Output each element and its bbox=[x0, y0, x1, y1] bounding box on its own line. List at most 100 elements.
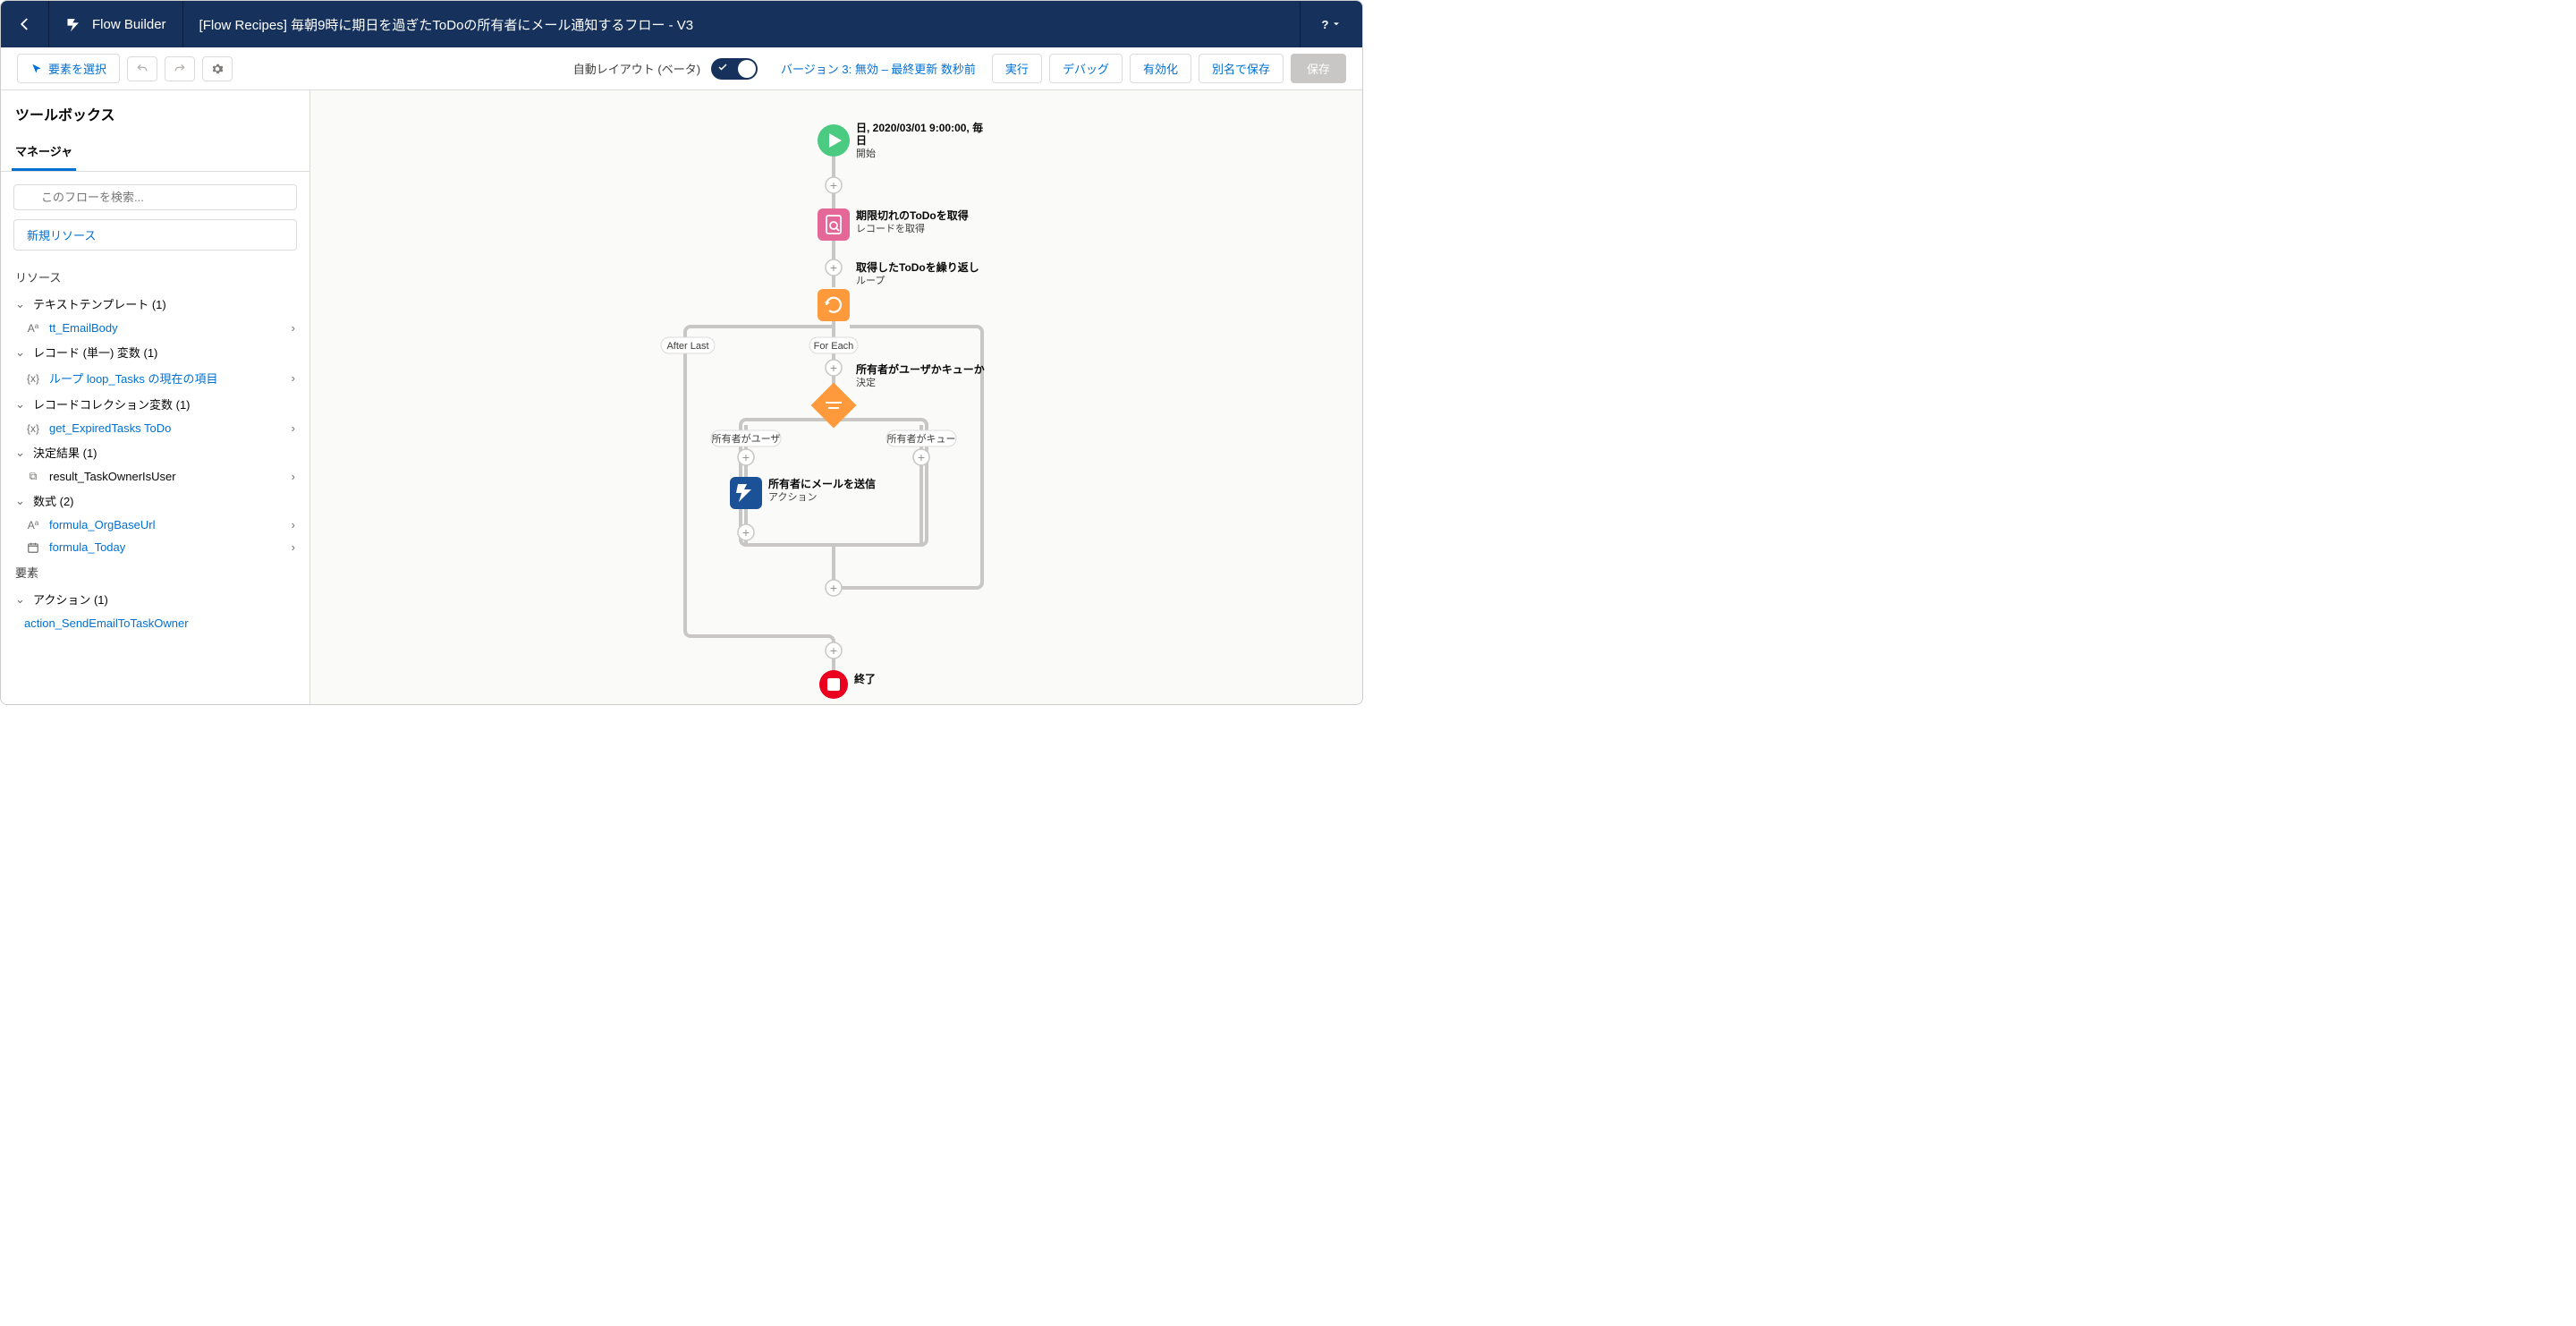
check-icon bbox=[717, 62, 728, 75]
back-button[interactable] bbox=[1, 1, 49, 47]
record-icon: {x} bbox=[24, 372, 42, 385]
run-button[interactable]: 実行 bbox=[992, 54, 1042, 83]
svg-text:所有者がキュー: 所有者がキュー bbox=[887, 432, 956, 445]
group-formula[interactable]: ⌄ 数式 (2) bbox=[1, 488, 309, 514]
start-label-2: 日 bbox=[856, 134, 867, 147]
activate-button[interactable]: 有効化 bbox=[1130, 54, 1191, 83]
start-label-1: 日, 2020/03/01 9:00:00, 毎 bbox=[856, 121, 983, 134]
add-node-button[interactable]: + bbox=[913, 449, 929, 465]
get-title: 期限切れのToDoを取得 bbox=[856, 208, 969, 222]
start-sub: 開始 bbox=[856, 147, 876, 159]
undo-icon bbox=[136, 63, 148, 75]
add-node-button[interactable]: + bbox=[826, 580, 842, 596]
loop-sub: ループ bbox=[856, 275, 885, 286]
chevron-right-icon: › bbox=[292, 321, 295, 335]
loop-for-each-label: For Each bbox=[809, 337, 858, 353]
dec-sub: 決定 bbox=[856, 376, 876, 388]
redo-button[interactable] bbox=[165, 56, 195, 81]
svg-text:+: + bbox=[830, 643, 837, 658]
add-node-button[interactable]: + bbox=[826, 177, 842, 193]
chevron-down-icon: ⌄ bbox=[15, 397, 26, 412]
dec-title: 所有者がユーザかキューか bbox=[856, 362, 985, 376]
item-get-expired[interactable]: {x} get_ExpiredTasks ToDo › bbox=[1, 417, 309, 439]
decision-left-label: 所有者がユーザ bbox=[711, 430, 781, 446]
toolbox-title: ツールボックス bbox=[1, 90, 309, 133]
chevron-right-icon: › bbox=[292, 470, 295, 483]
group-text-template[interactable]: ⌄ テキストテンプレート (1) bbox=[1, 291, 309, 317]
toolbox-tabs: マネージャ bbox=[1, 133, 309, 172]
link-icon: ⧉ bbox=[24, 470, 42, 483]
chevron-down-icon: ⌄ bbox=[15, 592, 26, 607]
new-resource-button[interactable]: 新規リソース bbox=[13, 219, 297, 251]
version-label[interactable]: バージョン 3: 無効 – 最終更新 数秒前 bbox=[781, 60, 976, 77]
add-node-button[interactable]: + bbox=[826, 642, 842, 659]
end-label: 終了 bbox=[854, 672, 876, 685]
save-button[interactable]: 保存 bbox=[1291, 54, 1346, 83]
chevron-down-icon bbox=[1332, 20, 1341, 29]
section-resources: リソース bbox=[1, 263, 309, 291]
item-formula-baseurl[interactable]: Aa formula_OrgBaseUrl › bbox=[1, 514, 309, 536]
add-node-button[interactable]: + bbox=[738, 524, 754, 540]
tab-manager[interactable]: マネージャ bbox=[12, 133, 76, 171]
settings-button[interactable] bbox=[202, 56, 233, 81]
item-formula-today[interactable]: formula_Today › bbox=[1, 536, 309, 558]
debug-button[interactable]: デバッグ bbox=[1049, 54, 1123, 83]
help-button[interactable]: ? bbox=[1300, 1, 1362, 47]
section-elements: 要素 bbox=[1, 558, 309, 586]
item-loop-current[interactable]: {x} ループ loop_Tasks の現在の項目 › bbox=[1, 365, 309, 391]
app-header: Flow Builder [Flow Recipes] 毎朝9時に期日を過ぎたT… bbox=[1, 1, 1362, 47]
svg-text:For Each: For Each bbox=[814, 341, 854, 352]
select-element-label: 要素を選択 bbox=[48, 60, 106, 77]
loop-title: 取得したToDoを繰り返し bbox=[856, 260, 979, 274]
app-name: Flow Builder bbox=[92, 17, 166, 32]
action-title: 所有者にメールを送信 bbox=[768, 477, 876, 490]
select-element-button[interactable]: 要素を選択 bbox=[17, 54, 120, 83]
add-node-button[interactable]: + bbox=[738, 449, 754, 465]
svg-text:+: + bbox=[830, 361, 837, 375]
chevron-down-icon: ⌄ bbox=[15, 345, 26, 360]
group-decision-result[interactable]: ⌄ 決定結果 (1) bbox=[1, 439, 309, 465]
svg-text:+: + bbox=[830, 178, 837, 192]
help-icon: ? bbox=[1322, 18, 1329, 31]
record-icon: {x} bbox=[24, 422, 42, 435]
chevron-right-icon: › bbox=[292, 518, 295, 531]
start-node[interactable] bbox=[818, 124, 850, 157]
toolbar: 要素を選択 自動レイアウト (ベータ) バージョン 3: 無効 – 最終更新 数… bbox=[1, 47, 1362, 90]
flow-builder-icon bbox=[65, 15, 83, 33]
action-node[interactable] bbox=[730, 477, 762, 509]
svg-text:+: + bbox=[830, 581, 837, 595]
svg-text:所有者がユーザ: 所有者がユーザ bbox=[712, 432, 781, 445]
chevron-right-icon: › bbox=[292, 540, 295, 554]
redo-icon bbox=[174, 63, 186, 75]
save-as-button[interactable]: 別名で保存 bbox=[1199, 54, 1284, 83]
decision-right-label: 所有者がキュー bbox=[886, 430, 956, 446]
text-icon: Aa bbox=[24, 519, 42, 531]
auto-layout-label: 自動レイアウト (ベータ) bbox=[573, 60, 700, 77]
undo-button[interactable] bbox=[127, 56, 157, 81]
item-result-owner[interactable]: ⧉ result_TaskOwnerIsUser › bbox=[1, 465, 309, 488]
auto-layout-toggle[interactable] bbox=[711, 58, 758, 80]
get-records-node[interactable] bbox=[818, 208, 850, 241]
group-action[interactable]: ⌄ アクション (1) bbox=[1, 586, 309, 612]
chevron-down-icon: ⌄ bbox=[15, 494, 26, 508]
flow-title: [Flow Recipes] 毎朝9時に期日を過ぎたToDoの所有者にメール通知… bbox=[183, 1, 1300, 47]
end-node[interactable] bbox=[819, 670, 848, 699]
chevron-right-icon: › bbox=[292, 421, 295, 435]
add-node-button[interactable]: + bbox=[826, 360, 842, 376]
search-input[interactable] bbox=[13, 184, 297, 210]
chevron-down-icon: ⌄ bbox=[15, 446, 26, 460]
group-record-collection[interactable]: ⌄ レコードコレクション変数 (1) bbox=[1, 391, 309, 417]
calendar-icon bbox=[24, 541, 42, 554]
svg-text:After Last: After Last bbox=[666, 341, 708, 352]
item-action-sendemail[interactable]: action_SendEmailToTaskOwner bbox=[1, 612, 309, 634]
svg-text:+: + bbox=[742, 450, 750, 464]
add-node-button[interactable]: + bbox=[826, 259, 842, 276]
item-tt-emailbody[interactable]: Aa tt_EmailBody › bbox=[1, 317, 309, 339]
action-sub: アクション bbox=[768, 491, 817, 503]
group-record-single[interactable]: ⌄ レコード (単一) 変数 (1) bbox=[1, 339, 309, 365]
flow-canvas[interactable]: 日, 2020/03/01 9:00:00, 毎 日 開始 + 期限切れのToD bbox=[310, 90, 1362, 704]
svg-text:+: + bbox=[918, 450, 925, 464]
svg-text:+: + bbox=[830, 260, 837, 275]
loop-node[interactable] bbox=[818, 289, 850, 321]
toggle-knob bbox=[738, 60, 756, 78]
